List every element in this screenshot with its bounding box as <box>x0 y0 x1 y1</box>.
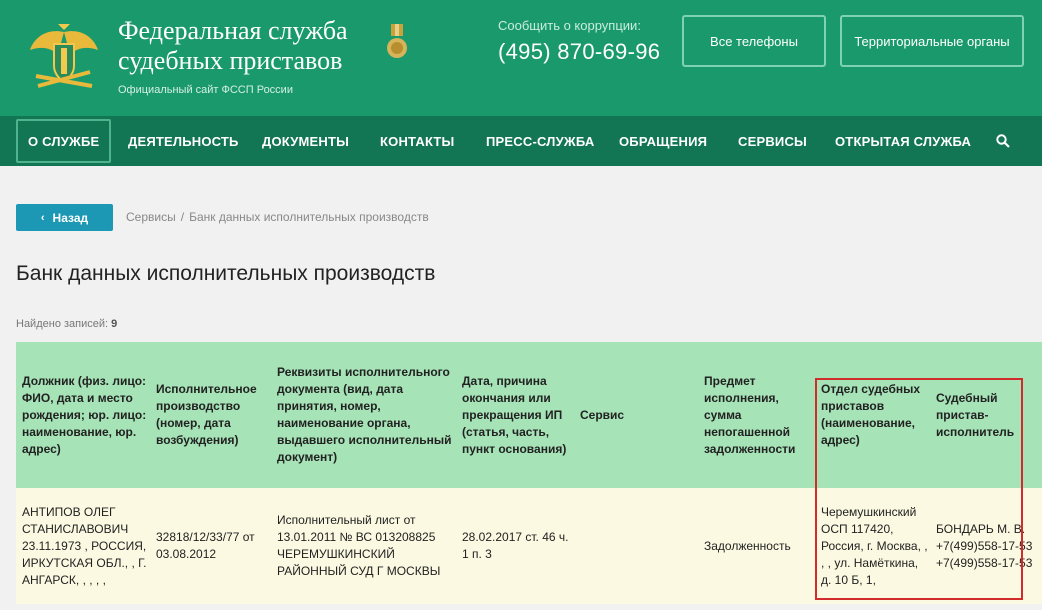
brand-title-line2: судебных приставов <box>118 46 343 75</box>
nav-item-documents[interactable]: ДОКУМЕНТЫ <box>262 116 349 166</box>
chevron-left-icon: ‹ <box>40 211 45 224</box>
nav-item-contacts[interactable]: КОНТАКТЫ <box>380 116 454 166</box>
brand-subtitle: Официальный сайт ФССП России <box>118 84 293 96</box>
col-proceeding: Исполнительное производство (номер, дата… <box>150 342 271 488</box>
back-button-label: Назад <box>52 210 89 225</box>
records-found-count: 9 <box>111 318 118 330</box>
col-service: Сервис <box>574 342 698 488</box>
search-icon <box>996 134 1010 148</box>
corruption-phone[interactable]: (495) 870-69-96 <box>498 39 660 65</box>
col-end-date: Дата, причина окончания или прекращения … <box>456 342 574 488</box>
cell-proceeding: 32818/12/33/77 от 03.08.2012 <box>150 488 271 604</box>
all-phones-button[interactable]: Все телефоны <box>682 15 826 67</box>
nav-item-about[interactable]: О СЛУЖБЕ <box>16 119 112 163</box>
nav-item-activity[interactable]: ДЕЯТЕЛЬНОСТЬ <box>128 116 239 166</box>
search-button[interactable] <box>996 116 1010 166</box>
breadcrumb: Сервисы / Банк данных исполнительных произ… <box>126 210 429 224</box>
red-highlight-box <box>815 378 1023 600</box>
nav-item-open-service[interactable]: ОТКРЫТАЯ СЛУЖБА <box>835 116 971 166</box>
main-nav: О СЛУЖБЕ ДЕЯТЕЛЬНОСТЬ ДОКУМЕНТЫ КОНТАКТЫ… <box>0 116 1042 166</box>
nav-item-appeals[interactable]: ОБРАЩЕНИЯ <box>619 116 707 166</box>
records-found-label: Найдено записей: <box>16 318 109 330</box>
col-debtor: Должник (физ. лицо: ФИО, дата и место ро… <box>16 342 150 488</box>
back-button[interactable]: ‹ Назад <box>16 204 113 231</box>
records-found: Найдено записей: 9 <box>16 318 117 330</box>
corruption-report: Сообщить о коррупции: (495) 870-69-96 <box>498 18 660 65</box>
breadcrumb-services[interactable]: Сервисы <box>126 210 176 224</box>
corruption-label: Сообщить о коррупции: <box>498 18 641 33</box>
site-header: Федеральная служба судебных приставов Оф… <box>0 0 1042 116</box>
cell-debtor: АНТИПОВ ОЛЕГ СТАНИСЛАВОВИЧ 23.11.1973 , … <box>16 488 150 604</box>
medal-icon <box>387 24 407 58</box>
cell-end-date: 28.02.2017 ст. 46 ч. 1 п. 3 <box>456 488 574 604</box>
breadcrumb-current: Банк данных исполнительных производств <box>189 210 429 224</box>
cell-subject: Задолженность <box>698 488 815 604</box>
cell-service[interactable] <box>574 488 698 604</box>
page-title: Банк данных исполнительных производств <box>16 262 436 285</box>
fssp-emblem-icon[interactable] <box>28 20 100 92</box>
col-subject: Предмет исполнения, сумма непогашенной з… <box>698 342 815 488</box>
cell-document: Исполнительный лист от 13.01.2011 № ВС 0… <box>271 488 456 604</box>
nav-item-services[interactable]: СЕРВИСЫ <box>738 116 807 166</box>
col-document: Реквизиты исполнительного документа (вид… <box>271 342 456 488</box>
breadcrumb-separator: / <box>180 210 185 224</box>
nav-item-press[interactable]: ПРЕСС-СЛУЖБА <box>486 116 594 166</box>
brand-title-line1: Федеральная служба <box>118 16 348 45</box>
territorial-bodies-button[interactable]: Территориальные органы <box>840 15 1024 67</box>
site-brand[interactable]: Федеральная служба судебных приставов Оф… <box>118 16 348 96</box>
